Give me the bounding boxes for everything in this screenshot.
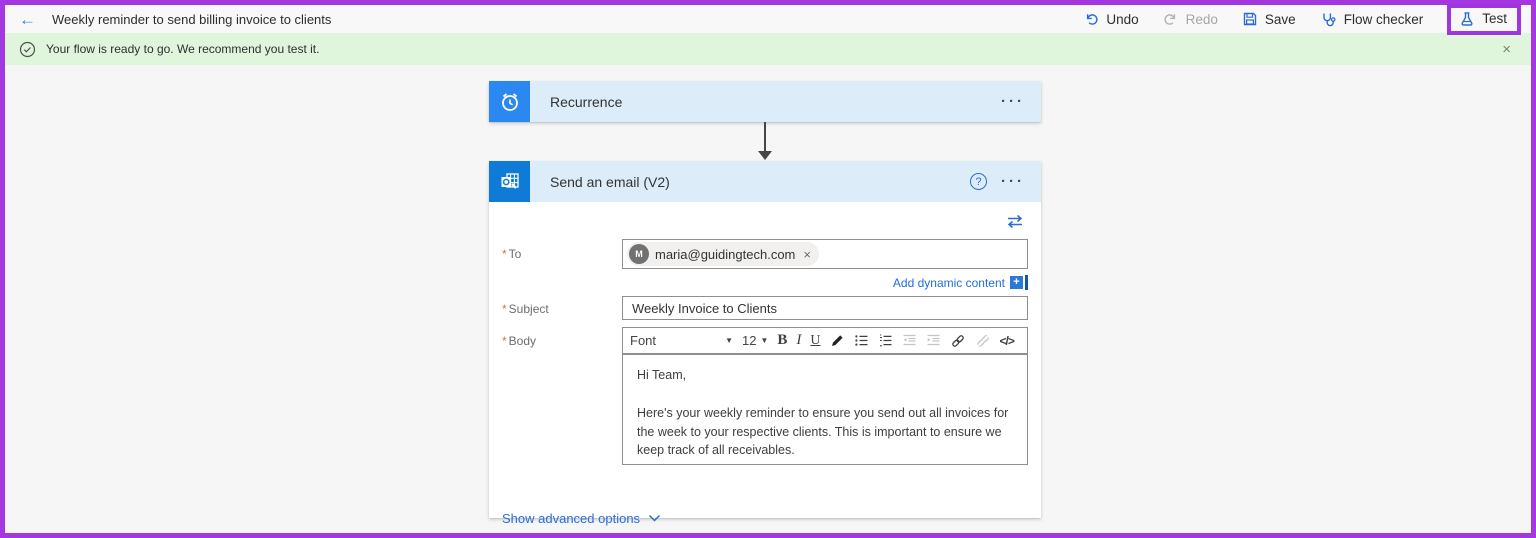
insert-link-button[interactable] xyxy=(950,333,966,349)
indent-icon xyxy=(927,334,940,346)
flow-checker-button[interactable]: Flow checker xyxy=(1320,11,1424,28)
to-input[interactable]: M maria@guidingtech.com × xyxy=(622,239,1028,269)
flow-checker-icon xyxy=(1323,13,1336,26)
numbered-list-button[interactable] xyxy=(878,333,893,348)
outdent-icon xyxy=(903,334,916,346)
redo-icon xyxy=(1164,14,1175,25)
top-command-bar: ← Weekly reminder to send billing invoic… xyxy=(5,3,1531,35)
recurrence-card-header[interactable]: Recurrence ··· xyxy=(489,81,1041,122)
back-arrow-icon[interactable]: ← xyxy=(19,11,36,28)
subject-value: Weekly Invoice to Clients xyxy=(632,300,777,316)
numbered-list-icon xyxy=(879,334,892,347)
italic-button[interactable]: I xyxy=(796,332,801,349)
send-email-action-card: Send an email (V2) ? ··· * To M maria@gui… xyxy=(489,161,1041,526)
pen-icon xyxy=(831,335,843,346)
font-size-dropdown[interactable]: 12 ▼ xyxy=(742,333,768,348)
recurrence-trigger-card[interactable]: Recurrence ··· xyxy=(489,81,1041,122)
ready-banner: Your flow is ready to go. We recommend y… xyxy=(5,33,1531,65)
recipient-avatar: M xyxy=(629,244,649,264)
connector-arrowhead-icon xyxy=(758,151,772,160)
save-button[interactable]: Save xyxy=(1242,11,1296,27)
show-advanced-options-link[interactable]: Show advanced options xyxy=(502,511,661,526)
banner-message: Your flow is ready to go. We recommend y… xyxy=(46,42,320,56)
link-icon xyxy=(951,334,964,347)
outlook-icon xyxy=(489,161,530,202)
subject-label: * Subject xyxy=(502,302,549,316)
subject-input[interactable]: Weekly Invoice to Clients xyxy=(622,296,1028,320)
topbar-actions: Undo Redo Save Flow checker Test xyxy=(1083,3,1521,35)
recurrence-clock-icon xyxy=(489,81,530,122)
to-label: * To xyxy=(502,247,522,261)
power-automate-flow-editor: { "topbar": { "title": "Weekly reminder … xyxy=(0,0,1536,538)
flow-canvas: Recurrence ··· Send an email (V2) ? ··· … xyxy=(5,65,1531,533)
body-text-greeting: Hi Team, xyxy=(637,368,687,382)
required-asterisk: * xyxy=(502,302,507,316)
undo-button[interactable]: Undo xyxy=(1083,11,1139,27)
save-label: Save xyxy=(1264,11,1296,27)
banner-close-icon[interactable]: × xyxy=(1496,41,1517,58)
flow-title: Weekly reminder to send billing invoice … xyxy=(52,11,332,27)
switch-input-mode-icon[interactable] xyxy=(1005,214,1025,229)
required-asterisk: * xyxy=(502,334,507,348)
add-dynamic-content-link[interactable]: Add dynamic content xyxy=(893,276,1005,290)
bullet-list-icon xyxy=(854,335,868,346)
body-text-paragraph: Here's your weekly reminder to ensure yo… xyxy=(637,405,1009,458)
save-icon xyxy=(1243,12,1257,26)
font-size-value: 12 xyxy=(742,333,757,348)
send-email-card-body: * To M maria@guidingtech.com × Add dynami… xyxy=(489,202,1041,526)
dynamic-content-icon[interactable]: + xyxy=(1010,275,1028,290)
code-view-button[interactable]: </> xyxy=(1000,334,1015,348)
outdent-button[interactable] xyxy=(902,333,917,348)
check-circle-icon xyxy=(19,41,36,57)
test-flask-icon xyxy=(1461,11,1473,26)
undo-label: Undo xyxy=(1106,11,1139,27)
chevron-down-icon xyxy=(649,514,661,522)
indent-button[interactable] xyxy=(926,333,941,348)
highlight-pen-button[interactable] xyxy=(830,333,845,348)
redo-label: Redo xyxy=(1185,11,1218,27)
help-icon[interactable]: ? xyxy=(970,173,987,190)
send-email-title: Send an email (V2) xyxy=(550,173,670,190)
chevron-down-icon: ▼ xyxy=(725,336,733,345)
recurrence-title: Recurrence xyxy=(550,93,623,110)
connector-line xyxy=(764,122,766,153)
required-asterisk: * xyxy=(502,247,507,261)
underline-button[interactable]: U xyxy=(810,333,820,349)
undo-icon xyxy=(1087,14,1098,25)
test-button[interactable]: Test xyxy=(1447,3,1521,35)
flow-checker-label: Flow checker xyxy=(1343,11,1424,27)
chip-remove-icon[interactable]: × xyxy=(801,247,811,262)
font-family-dropdown[interactable]: Font ▼ xyxy=(630,333,733,348)
richtext-toolbar: Font ▼ 12 ▼ B I U </> xyxy=(622,327,1028,354)
unlink-icon xyxy=(976,334,989,347)
recurrence-more-options-icon[interactable]: ··· xyxy=(1001,94,1025,109)
dynamic-content-row: Add dynamic content + xyxy=(622,275,1028,290)
chevron-down-icon: ▼ xyxy=(760,336,769,345)
send-email-more-options-icon[interactable]: ··· xyxy=(1001,174,1025,189)
remove-link-button[interactable] xyxy=(975,333,991,349)
redo-button[interactable]: Redo xyxy=(1163,11,1218,27)
body-label: * Body xyxy=(502,334,537,348)
send-email-card-header[interactable]: Send an email (V2) ? ··· xyxy=(489,161,1041,202)
bullet-list-button[interactable] xyxy=(854,333,869,348)
bold-button[interactable]: B xyxy=(777,332,787,349)
recipient-chip[interactable]: M maria@guidingtech.com × xyxy=(627,242,819,266)
recipient-email: maria@guidingtech.com xyxy=(655,246,796,262)
font-family-value: Font xyxy=(630,333,657,348)
body-editor[interactable]: Hi Team, Here's your weekly reminder to … xyxy=(622,354,1028,465)
test-label: Test xyxy=(1482,11,1507,26)
